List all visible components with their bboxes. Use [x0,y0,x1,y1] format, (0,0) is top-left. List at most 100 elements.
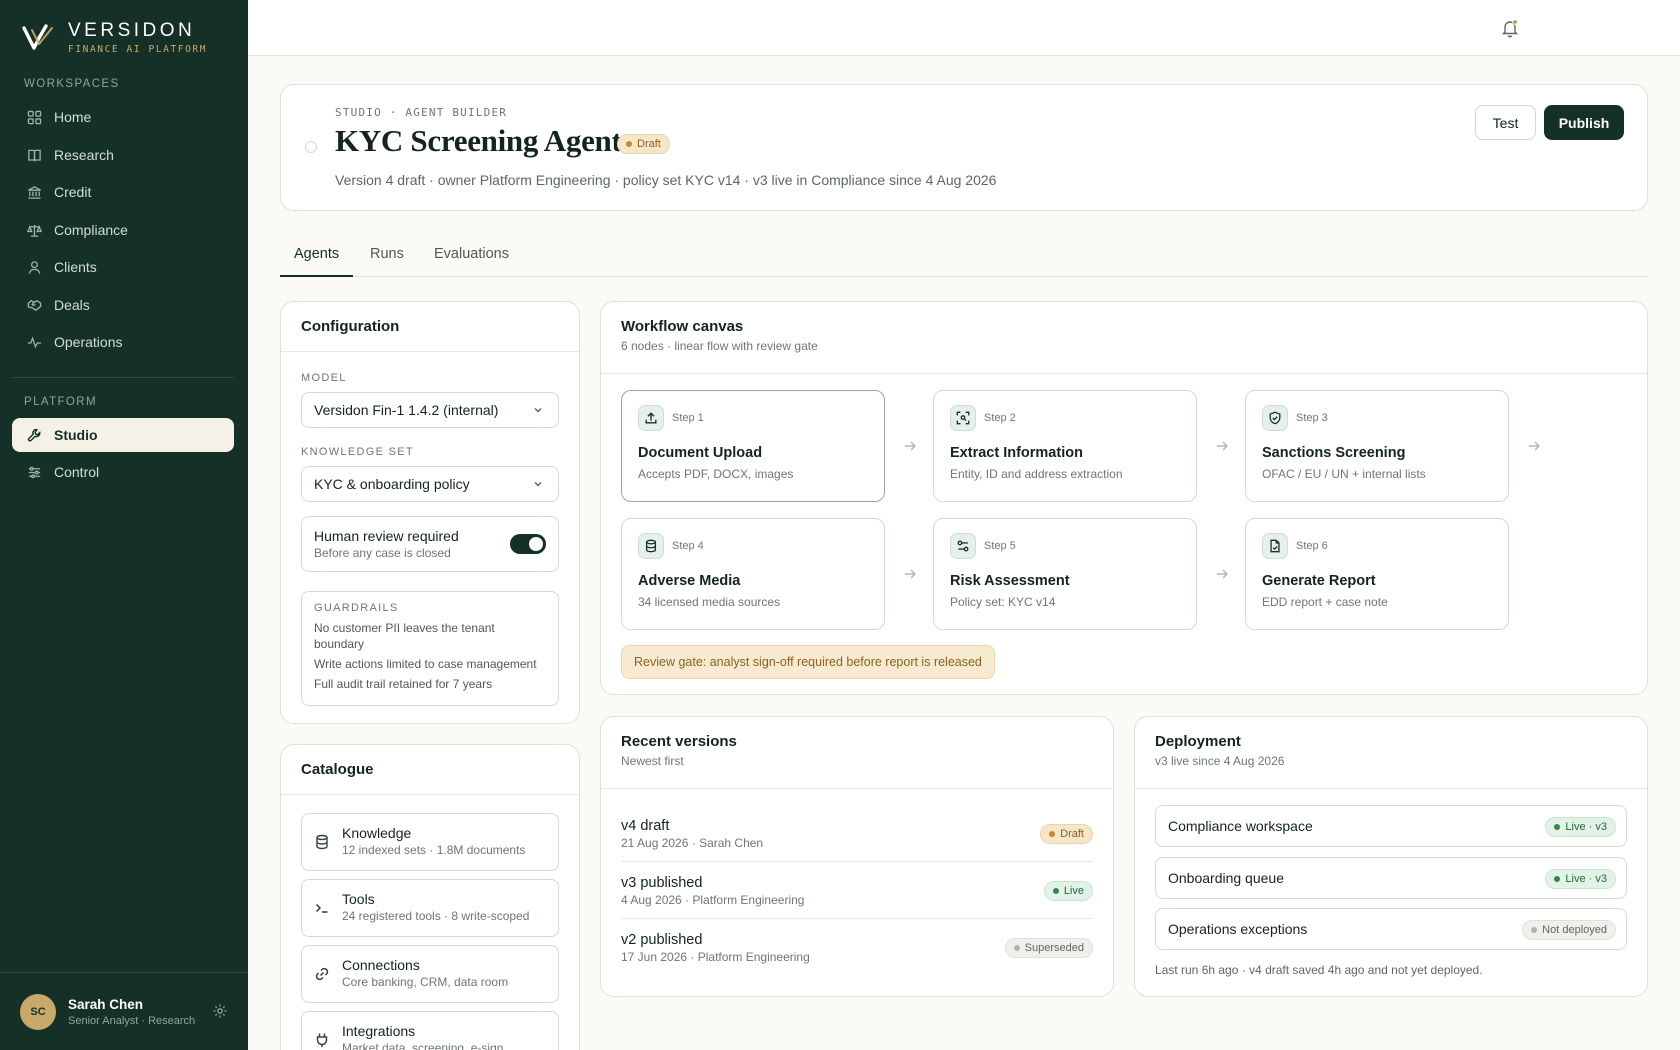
deployment-target-name: Compliance workspace [1168,818,1313,834]
workflow-node-generate-report[interactable]: Step 6 Generate Report EDD report + case… [1245,518,1509,630]
sliders-icon [26,464,42,480]
status-dot-icon [1531,927,1538,933]
tab-runs[interactable]: Runs [370,246,404,262]
catalogue-item-tools[interactable]: Tools 24 registered tools · 8 write-scop… [301,879,559,937]
knowledge-set-select[interactable]: KYC & onboarding policy [301,466,559,502]
guardrail-item: Full audit trail retained for 7 years [314,677,493,691]
grid-icon [26,109,42,125]
version-row[interactable]: v3 published 4 Aug 2026 · Platform Engin… [621,862,1093,919]
status-badge: Draft [617,134,670,154]
version-title: v3 published [621,875,703,891]
deployment-badge: Live · v3 [1545,869,1616,889]
sidebar-item-credit[interactable]: Credit [12,175,234,209]
node-step: Step 3 [1296,412,1328,424]
catalogue-header: Catalogue [281,745,579,795]
sidebar-item-compliance[interactable]: Compliance [12,213,234,247]
arrow-right-icon [1529,441,1541,451]
sidebar-item-research[interactable]: Research [12,138,234,172]
user-profile[interactable]: SC Sarah Chen Senior Analyst · Research [0,972,248,1050]
workflow-node-adverse-media[interactable]: Step 4 Adverse Media 34 licensed media s… [621,518,885,630]
sidebar-item-control[interactable]: Control [12,455,234,489]
recent-versions-header: Recent versions Newest first [601,717,1113,789]
tab-evaluations[interactable]: Evaluations [434,246,509,262]
catalogue-item-knowledge[interactable]: Knowledge 12 indexed sets · 1.8M documen… [301,813,559,871]
node-step: Step 6 [1296,540,1328,552]
node-title: Adverse Media [638,573,741,589]
deployment-target-name: Operations exceptions [1168,921,1308,937]
configuration-header: Configuration [281,302,579,352]
catalogue-item-title: Knowledge [342,825,412,841]
catalogue-item-sub: Market data, screening, e-sign [342,1041,504,1050]
version-badge-label: Live [1063,885,1084,897]
arrow-right-icon [1217,441,1229,451]
node-step: Step 1 [672,412,704,424]
model-select[interactable]: Versidon Fin-1 1.4.2 (internal) [301,392,559,428]
test-button[interactable]: Test [1475,105,1536,140]
chevron-down-icon [534,481,542,487]
document-icon [1262,533,1288,559]
knowledge-set-label: KNOWLEDGE SET [301,446,414,458]
versidon-logo-icon [22,23,53,50]
gear-icon[interactable] [212,1003,228,1024]
catalogue-item-connections[interactable]: Connections Core banking, CRM, data room [301,945,559,1003]
deployment-badge: Live · v3 [1545,817,1616,837]
status-dot-icon [1554,876,1561,882]
sidebar-item-home[interactable]: Home [12,100,234,134]
handshake-icon [26,297,42,313]
arrow-right-icon [905,569,917,579]
sidebar-item-label: Operations [54,334,123,350]
tab-agents[interactable]: Agents [294,246,339,262]
workflow-node-extract-information[interactable]: Step 2 Extract Information Entity, ID an… [933,390,1197,502]
sidebar-divider [12,377,234,378]
brand[interactable]: VERSIDON FINANCE AI PLATFORM [22,20,207,55]
sidebar-item-label: Home [54,109,92,125]
workflow-node-risk-assessment[interactable]: Step 5 Risk Assessment Policy set: KYC v… [933,518,1197,630]
bell-icon[interactable] [1500,18,1520,38]
status-dot-icon [1013,945,1020,951]
catalogue-item-integrations[interactable]: Integrations Market data, screening, e-s… [301,1011,559,1050]
deployment-target-row[interactable]: Onboarding queue Live · v3 [1155,857,1627,899]
filter-icon [950,533,976,559]
recent-versions-card: Recent versions Newest first v4 draft 21… [600,716,1114,997]
status-badge-label: Draft [637,138,661,150]
sidebar-item-clients[interactable]: Clients [12,250,234,284]
guardrail-item: No customer PII leaves the tenant bounda… [314,621,495,651]
workflow-node-sanctions-screening[interactable]: Step 3 Sanctions Screening OFAC / EU / U… [1245,390,1509,502]
catalogue-item-title: Integrations [342,1023,416,1039]
node-title: Sanctions Screening [1262,445,1406,461]
publish-button[interactable]: Publish [1544,105,1624,140]
workspaces-section-label: WORKSPACES [24,78,120,90]
version-row[interactable]: v4 draft 21 Aug 2026 · Sarah Chen Draft [621,805,1093,862]
agent-meta: Version 4 draft · owner Platform Enginee… [335,172,997,188]
workflow-canvas: Workflow canvas 6 nodes · linear flow wi… [600,301,1648,695]
human-review-toggle[interactable] [510,534,546,554]
deployment-badge-label: Live · v3 [1565,873,1607,885]
version-badge-label: Draft [1060,828,1084,840]
guardrails-label: GUARDRAILS [314,602,399,614]
sidebar-item-label: Clients [54,259,97,275]
brand-name: VERSIDON [68,20,196,41]
scan-icon [950,405,976,431]
sidebar-item-label: Compliance [54,222,128,238]
deployment-target-row[interactable]: Operations exceptions Not deployed [1155,908,1627,950]
sidebar-item-operations[interactable]: Operations [12,325,234,359]
node-step: Step 4 [672,540,704,552]
avatar: SC [20,993,56,1030]
node-sub: EDD report + case note [1262,595,1388,609]
node-sub: Entity, ID and address extraction [950,467,1123,481]
deployment-footer: Last run 6h ago · v4 draft saved 4h ago … [1155,963,1483,977]
deployment-badge-label: Live · v3 [1565,821,1607,833]
sidebar-item-studio[interactable]: Studio [12,418,234,452]
node-title: Risk Assessment [950,573,1070,589]
deployment-target-row[interactable]: Compliance workspace Live · v3 [1155,805,1627,847]
sidebar-item-deals[interactable]: Deals [12,288,234,322]
version-row[interactable]: v2 published 17 Jun 2026 · Platform Engi… [621,919,1093,976]
knowledge-set-value: KYC & onboarding policy [314,476,470,492]
sidebar-item-label: Control [54,464,100,480]
status-radio[interactable] [305,141,317,153]
catalogue-item-title: Connections [342,957,420,973]
workflow-node-document-upload[interactable]: Step 1 Document Upload Accepts PDF, DOCX… [621,390,885,502]
arrow-right-icon [1217,569,1229,579]
deployment-header: Deployment v3 live since 4 Aug 2026 [1135,717,1647,789]
version-badge: Superseded [1004,938,1093,958]
